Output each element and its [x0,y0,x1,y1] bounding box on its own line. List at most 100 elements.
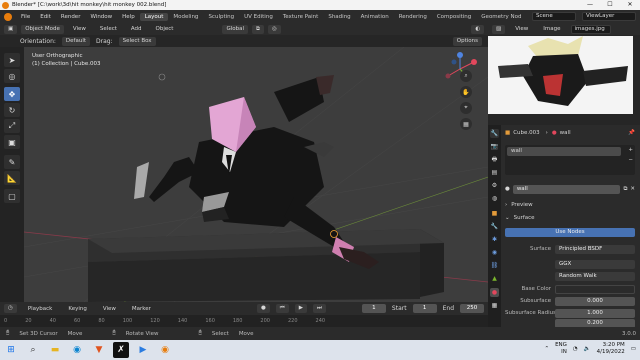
material-browse-icon[interactable]: ● [505,186,510,192]
subsurface-radius-x-field[interactable]: 1.000 [555,308,635,318]
rotate-tool-icon[interactable]: ↻ [4,103,20,117]
particles-tab-icon[interactable]: ✱ [490,235,499,244]
image-menu-view[interactable]: View [510,26,533,32]
viewport-menu-view[interactable]: View [68,26,91,32]
menu-help[interactable]: Help [117,14,140,20]
move-tool-icon[interactable]: ✥ [4,87,20,101]
physics-tab-icon[interactable]: ◉ [490,248,499,257]
menu-file[interactable]: File [16,14,35,20]
blender-menu-icon[interactable] [4,12,12,21]
object-tab-icon[interactable]: ■ [490,209,499,218]
material-slot-list[interactable]: wall + − [505,145,635,175]
timeline-menu-keying[interactable]: Keying [63,306,91,312]
constraints-tab-icon[interactable]: ⛓ [490,261,499,270]
measure-tool-icon[interactable]: 📐 [4,171,20,185]
image-menu-image[interactable]: Image [538,26,565,32]
timeline-menu-playback[interactable]: Playback [23,306,58,312]
workspace-tab-rendering[interactable]: Rendering [394,13,432,21]
tweak-tool-icon[interactable]: ➤ [4,53,20,67]
camera-view-icon[interactable]: ⌖ [460,102,472,114]
end-frame-field[interactable]: 250 [460,304,484,313]
drag-dropdown[interactable]: Select Box [118,36,156,46]
menu-window[interactable]: Window [85,14,117,20]
chevron-up-icon[interactable]: ⌃ [544,346,549,352]
brave-browser-icon[interactable]: ▼ [91,342,107,358]
play-icon[interactable]: ▶ [294,304,307,313]
mode-dropdown[interactable]: Object Mode [21,24,64,34]
workspace-tab-texture-paint[interactable]: Texture Paint [278,13,324,21]
surface-shader-field[interactable]: Principled BSDF [555,244,635,254]
editor-type-icon[interactable]: ▣ [4,24,18,34]
workspace-tab-modeling[interactable]: Modeling [168,13,203,21]
reference-image[interactable] [488,36,633,114]
proportional-edit-icon[interactable]: ◎ [267,24,281,34]
tool-tab-icon[interactable]: 🔧 [490,129,499,138]
unlink-material-icon[interactable]: ✕ [630,186,635,192]
menu-edit[interactable]: Edit [35,14,56,20]
texture-tab-icon[interactable]: ▦ [490,301,499,310]
jump-start-icon[interactable]: ⏮ [275,304,289,313]
remove-slot-button[interactable]: − [628,157,633,163]
image-name-field[interactable]: images.jpg [570,24,611,34]
3d-viewport[interactable] [24,47,488,302]
app-icon[interactable]: ✗ [113,342,129,358]
cursor-tool-icon[interactable]: ◎ [4,69,20,83]
preview-panel-header[interactable]: › Preview [505,200,635,210]
timeline-menu-marker[interactable]: Marker [127,306,156,312]
notifications-icon[interactable]: ▭ [631,346,636,352]
edge-browser-icon[interactable]: ◉ [69,342,85,358]
data-tab-icon[interactable]: ▲ [490,274,499,283]
options-dropdown[interactable]: Options [452,36,482,46]
modifier-tab-icon[interactable]: 🔧 [490,222,499,231]
output-tab-icon[interactable]: 🖶 [490,155,499,164]
base-color-swatch[interactable] [555,284,635,294]
language-indicator[interactable]: ENG IN [555,342,567,356]
viewport-menu-add[interactable]: Add [126,26,147,32]
blender-taskbar-icon[interactable]: ◉ [157,342,173,358]
current-frame-field[interactable]: 1 [361,304,386,313]
subsurface-field[interactable]: 0.000 [555,296,635,306]
distribution-dropdown[interactable]: GGX [555,259,635,269]
file-explorer-icon[interactable]: ▬ [47,342,63,358]
material-name-field[interactable]: wall [512,184,621,194]
grid-ortho-icon[interactable]: ▦ [460,118,472,130]
close-button[interactable]: ✕ [620,0,640,10]
timeline-editor-icon[interactable]: ◷ [4,304,17,313]
workspace-tab-uv-editing[interactable]: UV Editing [239,13,278,21]
shading-solid-icon[interactable]: ◐ [471,24,484,34]
maximize-button[interactable]: ☐ [600,0,620,10]
add-cube-tool-icon[interactable]: ▢ [4,189,20,203]
timeline-menu-view[interactable]: View [98,306,121,312]
view-layer-tab-icon[interactable]: ▤ [490,168,499,177]
wifi-icon[interactable]: ◔ [573,346,578,352]
world-tab-icon[interactable]: ◍ [490,194,499,203]
viewport-menu-object[interactable]: Object [151,26,179,32]
workspace-tab-layout[interactable]: Layout [139,12,169,21]
minimize-button[interactable]: — [580,0,600,10]
workspace-tab-sculpting[interactable]: Sculpting [203,13,239,21]
surface-panel-header[interactable]: ⌄ Surface [505,213,635,223]
timeline-ruler[interactable]: 0 20 40 60 80 100 120 140 160 180 200 22… [0,315,488,327]
workspace-tab-geometry-nodes[interactable]: Geometry Nod [476,13,526,21]
start-frame-field[interactable]: 1 [412,304,437,313]
transform-orientation-dropdown[interactable]: Global [222,24,249,34]
scene-selector[interactable]: Scene [532,12,576,21]
record-icon[interactable]: ● [256,304,270,313]
zoom-icon[interactable]: ⌕ [460,70,472,82]
search-icon[interactable]: ⌕ [25,342,41,358]
scene-tab-icon[interactable]: ⚙ [490,181,499,190]
workspace-tab-shading[interactable]: Shading [323,13,355,21]
scale-tool-icon[interactable]: ⤢ [4,119,20,133]
subsurface-method-dropdown[interactable]: Random Walk [555,271,635,281]
volume-icon[interactable]: 🔈 [584,346,591,352]
media-player-icon[interactable]: ▶ [135,342,151,358]
snap-icon[interactable]: ⧉ [252,24,264,34]
add-slot-button[interactable]: + [628,147,633,153]
transform-tool-icon[interactable]: ▣ [4,135,20,149]
pin-icon[interactable]: 📌 [628,130,635,136]
menu-render[interactable]: Render [56,14,86,20]
workspace-tab-animation[interactable]: Animation [356,13,394,21]
render-tab-icon[interactable]: 📷 [490,142,499,151]
annotate-tool-icon[interactable]: ✎ [4,155,20,169]
jump-end-icon[interactable]: ⏭ [312,304,326,313]
